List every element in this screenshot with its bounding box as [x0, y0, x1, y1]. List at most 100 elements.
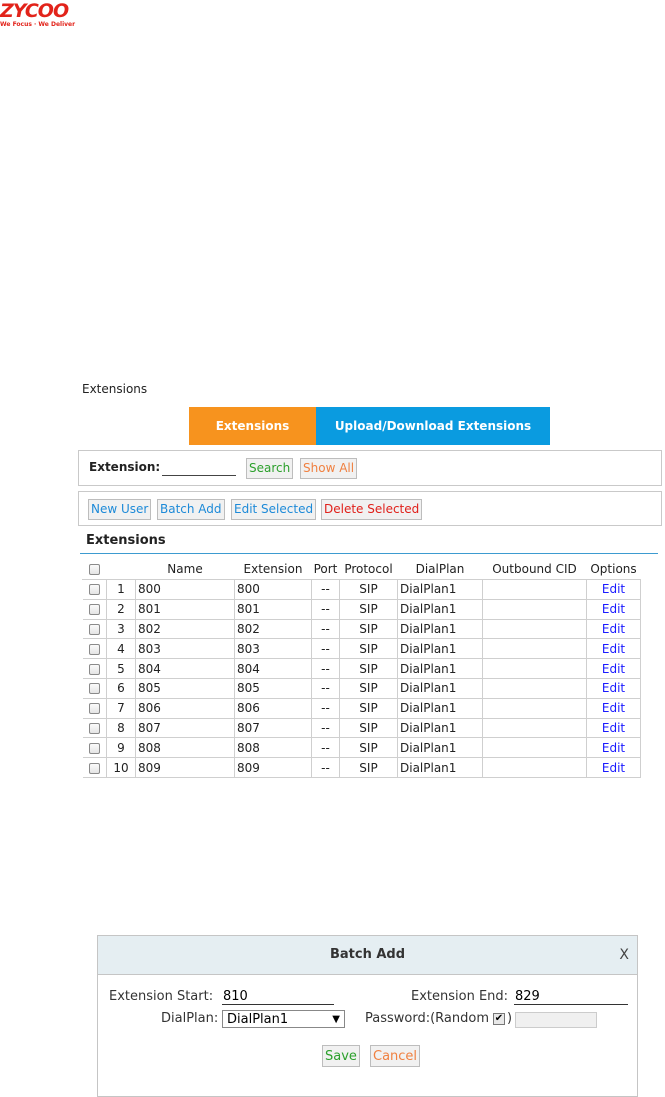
search-panel: Extension: Search Show All [78, 450, 662, 486]
row-edit-link[interactable]: Edit [586, 757, 641, 778]
random-password-checkbox[interactable]: ✔ [493, 1013, 505, 1025]
select-all-checkbox[interactable] [89, 564, 100, 575]
row-select-cell [82, 697, 107, 719]
row-dialplan: DialPlan1 [397, 697, 483, 719]
row-select-cell [82, 638, 107, 660]
row-select-cell [82, 677, 107, 699]
tab-extensions[interactable]: Extensions [189, 407, 316, 445]
chevron-down-icon: ▼ [332, 1013, 340, 1025]
row-name: 809 [135, 757, 235, 778]
extension-search-input[interactable] [162, 459, 236, 476]
table-row: 8 807 807 -- SIP DialPlan1 Edit [82, 717, 641, 739]
row-select-cell [82, 737, 107, 759]
batch-add-dialog: Batch Add X Extension Start: Extension E… [97, 935, 638, 1097]
row-protocol: SIP [339, 757, 398, 778]
row-extension: 803 [234, 638, 312, 660]
logo-tagline: We Focus · We Deliver [0, 21, 76, 28]
row-edit-link[interactable]: Edit [586, 658, 641, 679]
search-button[interactable]: Search [246, 458, 294, 479]
row-dialplan: DialPlan1 [397, 677, 483, 699]
row-select-cell [82, 757, 107, 778]
table-row: 9 808 808 -- SIP DialPlan1 Edit [82, 737, 641, 759]
row-checkbox[interactable] [88, 623, 100, 635]
extension-end-input[interactable] [514, 988, 628, 1005]
row-checkbox[interactable] [88, 703, 100, 715]
row-dialplan: DialPlan1 [397, 598, 483, 620]
index-header [106, 558, 136, 580]
row-checkbox[interactable] [88, 604, 100, 616]
col-options: Options [586, 558, 641, 580]
row-edit-link[interactable]: Edit [586, 598, 641, 620]
row-protocol: SIP [339, 579, 398, 600]
row-index: 10 [106, 757, 136, 778]
delete-selected-button[interactable]: Delete Selected [321, 499, 423, 520]
zycoo-logo: ZYCOO We Focus · We Deliver [0, 0, 90, 34]
table-row: 4 803 803 -- SIP DialPlan1 Edit [82, 638, 641, 660]
row-edit-link[interactable]: Edit [586, 638, 641, 660]
tab-bar: Extensions Upload/Download Extensions [189, 407, 550, 445]
show-all-button[interactable]: Show All [300, 458, 358, 479]
row-port: -- [311, 618, 340, 640]
table-row: 1 800 800 -- SIP DialPlan1 Edit [82, 579, 641, 600]
row-edit-link[interactable]: Edit [586, 697, 641, 719]
row-checkbox[interactable] [88, 584, 100, 596]
dialog-title: Batch Add [329, 947, 406, 962]
batch-add-button[interactable]: Batch Add [157, 499, 225, 520]
row-name: 805 [135, 677, 235, 699]
row-edit-link[interactable]: Edit [586, 618, 641, 640]
row-checkbox[interactable] [88, 762, 100, 774]
row-edit-link[interactable]: Edit [586, 737, 641, 759]
row-outbound-cid [482, 757, 587, 778]
row-index: 3 [106, 618, 136, 640]
dialplan-selected-value: DialPlan1 [227, 1011, 289, 1027]
row-port: -- [311, 579, 340, 600]
col-extension: Extension [234, 558, 312, 580]
close-icon[interactable]: X [619, 947, 629, 963]
row-protocol: SIP [339, 658, 398, 679]
col-outbound-cid: Outbound CID [482, 558, 587, 580]
row-checkbox[interactable] [88, 742, 100, 754]
dialplan-label: DialPlan: [161, 1011, 219, 1026]
row-checkbox[interactable] [88, 683, 100, 695]
row-index: 7 [106, 697, 136, 719]
row-port: -- [311, 737, 340, 759]
row-protocol: SIP [339, 638, 398, 660]
new-user-button[interactable]: New User [88, 499, 152, 520]
col-port: Port [311, 558, 340, 580]
row-name: 801 [135, 598, 235, 620]
row-name: 804 [135, 658, 235, 679]
page-title: Extensions [82, 382, 148, 396]
cancel-button[interactable]: Cancel [370, 1045, 421, 1067]
row-extension: 806 [234, 697, 312, 719]
password-input[interactable] [515, 1012, 597, 1028]
row-dialplan: DialPlan1 [397, 717, 483, 739]
row-edit-link[interactable]: Edit [586, 579, 641, 600]
row-index: 8 [106, 717, 136, 739]
row-checkbox[interactable] [88, 643, 100, 655]
row-select-cell [82, 579, 107, 600]
extension-start-input[interactable] [222, 988, 334, 1005]
row-checkbox[interactable] [88, 663, 100, 675]
row-outbound-cid [482, 658, 587, 679]
row-outbound-cid [482, 697, 587, 719]
row-name: 802 [135, 618, 235, 640]
row-protocol: SIP [339, 737, 398, 759]
logo-name: ZYCOO [0, 0, 69, 22]
table-row: 6 805 805 -- SIP DialPlan1 Edit [82, 677, 641, 699]
table-title: Extensions [86, 533, 166, 548]
table-row: 3 802 802 -- SIP DialPlan1 Edit [82, 618, 641, 640]
row-edit-link[interactable]: Edit [586, 677, 641, 699]
table-header-row: Name Extension Port Protocol DialPlan Ou… [82, 558, 641, 580]
row-extension: 807 [234, 717, 312, 739]
row-dialplan: DialPlan1 [397, 737, 483, 759]
save-button[interactable]: Save [322, 1045, 360, 1067]
row-dialplan: DialPlan1 [397, 658, 483, 679]
table-row: 2 801 801 -- SIP DialPlan1 Edit [82, 598, 641, 620]
dialplan-select[interactable]: DialPlan1 ▼ [222, 1010, 345, 1028]
row-extension: 808 [234, 737, 312, 759]
row-checkbox[interactable] [88, 722, 100, 734]
row-protocol: SIP [339, 598, 398, 620]
edit-selected-button[interactable]: Edit Selected [231, 499, 317, 520]
row-edit-link[interactable]: Edit [586, 717, 641, 739]
tab-upload-download[interactable]: Upload/Download Extensions [316, 407, 550, 445]
